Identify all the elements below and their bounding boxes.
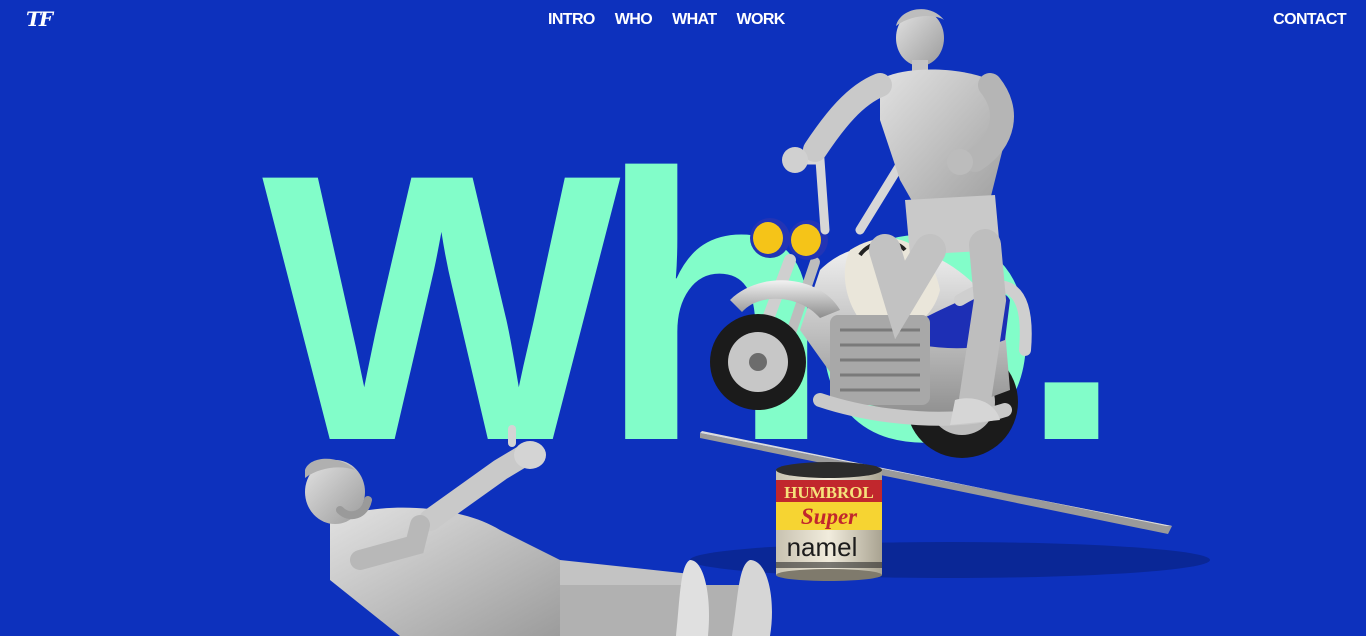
paint-tin-brand: HUMBROL — [784, 483, 874, 502]
paint-tin: HUMBROL Super namel — [776, 462, 882, 581]
toy-figures-illustration: HUMBROL Super namel — [305, 9, 1210, 636]
paint-tin-line1: Super — [801, 504, 858, 529]
paint-tin-line2: namel — [787, 532, 858, 562]
lying-figure — [305, 425, 772, 636]
who-section: TF INTRO WHO WHAT WORK CONTACT Who. HUMB… — [0, 0, 1366, 636]
ramp-shadow — [690, 542, 1210, 578]
